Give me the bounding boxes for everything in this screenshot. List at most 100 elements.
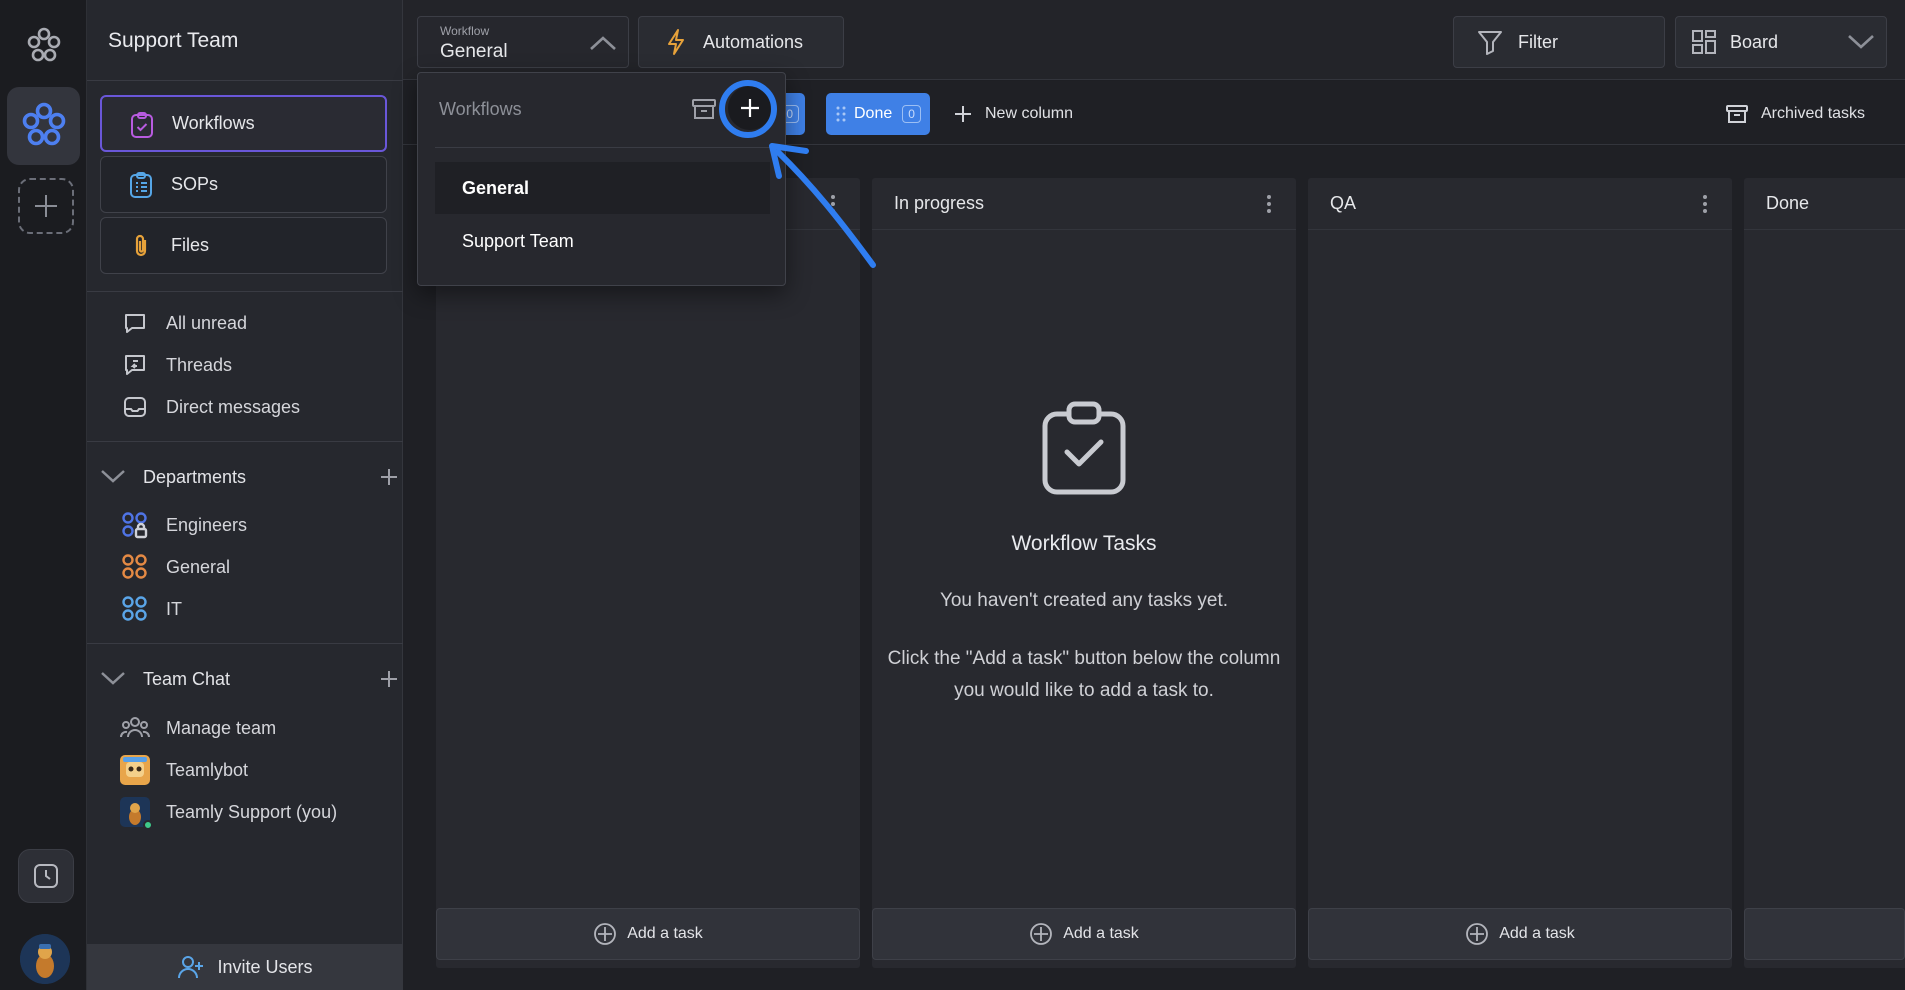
add-task-button[interactable]: Add a task bbox=[436, 908, 860, 960]
nav-workflows[interactable]: Workflows bbox=[100, 95, 387, 152]
add-user-icon bbox=[177, 954, 205, 980]
chat-bubble-icon bbox=[120, 308, 150, 338]
list-clipboard-icon bbox=[127, 171, 155, 199]
empty-state-hint: Click the "Add a task" button below the … bbox=[887, 648, 1281, 669]
nav-all-unread[interactable]: All unread bbox=[120, 308, 247, 338]
group-lock-icon bbox=[120, 510, 150, 540]
divider bbox=[87, 441, 403, 442]
add-workflow-button[interactable] bbox=[728, 86, 772, 130]
row-label: General bbox=[166, 556, 231, 577]
app-logo-icon bbox=[25, 26, 63, 64]
column-title: In progress bbox=[894, 193, 985, 213]
add-task-button[interactable]: Add a task bbox=[1308, 908, 1732, 960]
chevron-down-icon[interactable] bbox=[99, 465, 127, 487]
group-icon bbox=[120, 552, 150, 582]
add-task-button[interactable]: Add a task bbox=[872, 908, 1296, 960]
invite-users-button[interactable]: Invite Users bbox=[87, 944, 403, 990]
current-user-avatar[interactable] bbox=[20, 934, 70, 984]
column-title: QA bbox=[1330, 193, 1357, 213]
add-chat-icon[interactable] bbox=[379, 669, 399, 689]
column-header: Done bbox=[1744, 178, 1905, 230]
drag-handle-icon[interactable] bbox=[836, 106, 846, 122]
empty-state-text: You haven't created any tasks yet. bbox=[939, 590, 1229, 611]
group-icon bbox=[120, 594, 150, 624]
button-label: New column bbox=[985, 105, 1074, 122]
workflow-option-support-team[interactable]: Support Team bbox=[435, 215, 770, 267]
workflow-option-general[interactable]: General bbox=[435, 162, 770, 214]
department-it[interactable]: IT bbox=[120, 594, 182, 624]
team-chat-header[interactable]: Team Chat bbox=[99, 665, 399, 695]
workspace-rail bbox=[0, 0, 87, 990]
nav-sops[interactable]: SOPs bbox=[100, 156, 387, 213]
board-column-in-progress: In progress Workflow Tasks You haven't c… bbox=[872, 178, 1296, 968]
row-label: All unread bbox=[166, 312, 248, 333]
pill-label: Done bbox=[854, 105, 893, 122]
button-label: Board bbox=[1730, 31, 1779, 52]
view-select[interactable]: Board bbox=[1675, 16, 1887, 68]
column-menu-icon[interactable] bbox=[1702, 194, 1708, 214]
button-label: Filter bbox=[1518, 31, 1558, 52]
archive-icon[interactable] bbox=[691, 97, 717, 121]
archived-tasks-button[interactable]: Archived tasks bbox=[1725, 93, 1865, 135]
chat-teamly-support[interactable]: Teamly Support (you) bbox=[120, 797, 337, 830]
paperclip-icon bbox=[127, 232, 155, 260]
nav-label: SOPs bbox=[171, 174, 219, 194]
option-label: General bbox=[462, 177, 530, 198]
invite-label: Invite Users bbox=[217, 956, 313, 977]
empty-state-title: Workflow Tasks bbox=[1011, 532, 1157, 555]
section-title: Departments bbox=[143, 467, 247, 487]
new-column-button[interactable]: New column bbox=[953, 93, 1073, 135]
column-title: Done bbox=[1766, 193, 1810, 213]
column-header: QA bbox=[1308, 178, 1732, 230]
automations-button[interactable]: Automations bbox=[638, 16, 844, 68]
filter-icon bbox=[1476, 28, 1504, 56]
empty-state-icon bbox=[872, 400, 1296, 496]
add-department-icon[interactable] bbox=[379, 467, 399, 487]
board-column-done: Done bbox=[1744, 178, 1905, 968]
departments-header[interactable]: Departments bbox=[99, 463, 399, 493]
chevron-down-icon[interactable] bbox=[99, 667, 127, 689]
empty-state-hint: you would like to add a task to. bbox=[954, 680, 1214, 701]
workflow-dropdown: Workflows General Support Team bbox=[417, 72, 786, 286]
department-engineers[interactable]: Engineers bbox=[120, 510, 247, 540]
workspace-support-team[interactable] bbox=[7, 87, 80, 165]
option-label: Support Team bbox=[462, 230, 574, 251]
board-column: Add a task bbox=[436, 178, 860, 968]
nav-files[interactable]: Files bbox=[100, 217, 387, 274]
chevron-down-icon bbox=[1846, 31, 1876, 53]
nav-direct-messages[interactable]: Direct messages bbox=[120, 392, 300, 422]
plus-circle-icon bbox=[1465, 922, 1489, 946]
add-workspace-button[interactable] bbox=[18, 178, 74, 234]
row-label: Threads bbox=[166, 354, 233, 375]
workflow-select[interactable]: Workflow General bbox=[417, 16, 629, 68]
nav-label: Workflows bbox=[172, 113, 255, 133]
column-menu-icon[interactable] bbox=[1266, 194, 1272, 214]
plus-circle-icon bbox=[1029, 922, 1053, 946]
divider bbox=[435, 147, 785, 148]
column-menu-icon[interactable] bbox=[830, 194, 836, 214]
top-bar: Workflow General Automations Filter Boar… bbox=[403, 0, 1905, 80]
nav-threads[interactable]: Threads bbox=[120, 350, 232, 380]
button-label: Add a task bbox=[1063, 925, 1139, 942]
row-label: Direct messages bbox=[166, 396, 301, 417]
plus-icon bbox=[953, 104, 973, 124]
clock-icon[interactable] bbox=[18, 849, 74, 903]
lightning-icon bbox=[665, 28, 687, 56]
plus-circle-icon bbox=[593, 922, 617, 946]
board-column-qa: QA Add a task bbox=[1308, 178, 1732, 968]
row-label: Teamlybot bbox=[166, 759, 249, 780]
row-label: Teamly Support (you) bbox=[166, 801, 338, 822]
column-pill-done[interactable]: Done 0 bbox=[826, 93, 930, 135]
row-label: Manage team bbox=[166, 717, 277, 738]
department-general[interactable]: General bbox=[120, 552, 230, 582]
user-avatar bbox=[120, 797, 153, 830]
filter-button[interactable]: Filter bbox=[1453, 16, 1665, 68]
divider bbox=[87, 643, 403, 644]
pill-count: 0 bbox=[902, 105, 921, 123]
row-label: Engineers bbox=[166, 514, 248, 535]
add-task-button[interactable] bbox=[1744, 908, 1905, 960]
clipboard-check-icon bbox=[128, 111, 156, 139]
button-label: Automations bbox=[703, 31, 804, 52]
chat-teamlybot[interactable]: Teamlybot bbox=[120, 755, 248, 785]
manage-team[interactable]: Manage team bbox=[120, 713, 276, 743]
